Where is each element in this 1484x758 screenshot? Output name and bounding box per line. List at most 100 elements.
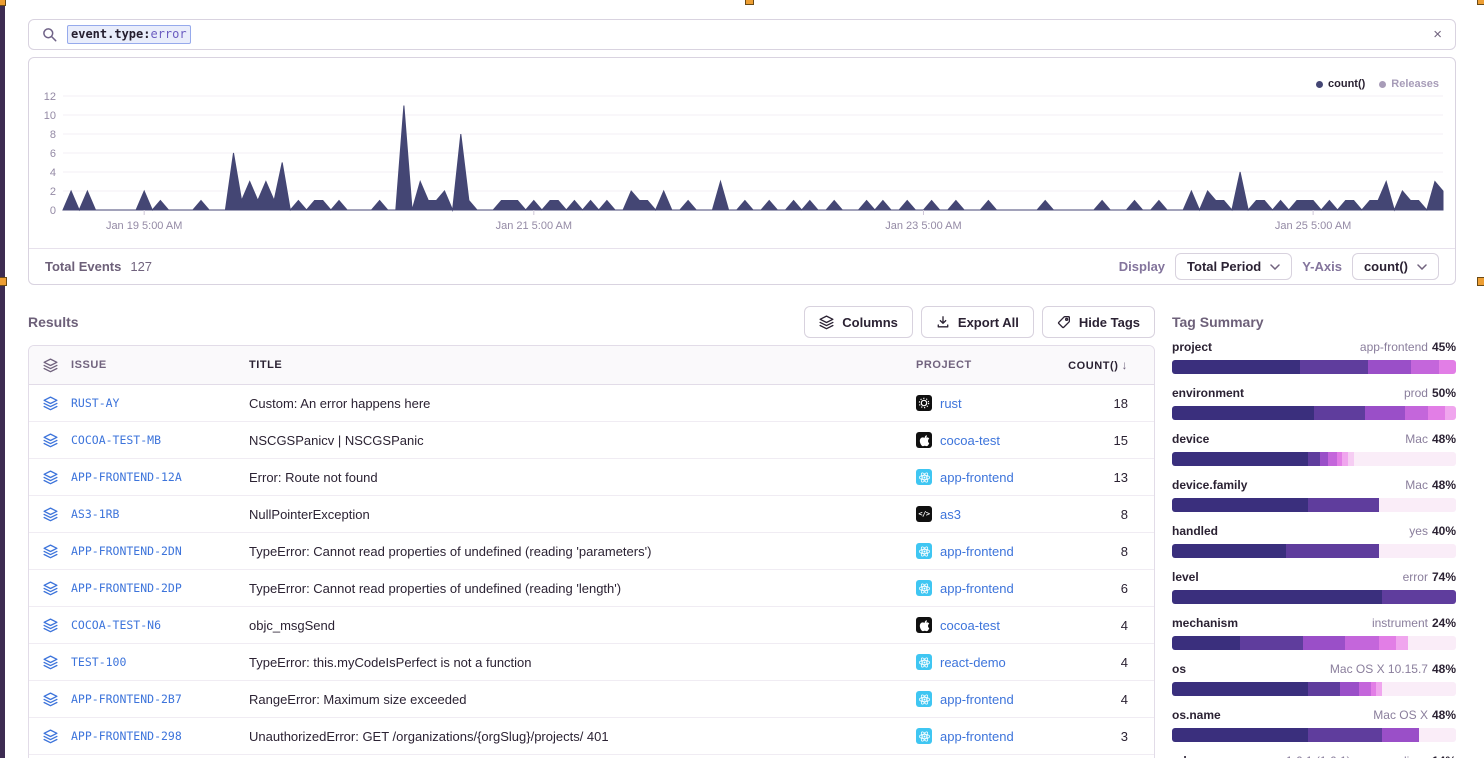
selection-handle-top-right[interactable] — [1477, 0, 1484, 5]
tag-bar-segment[interactable] — [1382, 728, 1419, 742]
issue-link[interactable]: APP-FRONTEND-12A — [71, 470, 182, 484]
tag-bar-segment — [1354, 452, 1456, 466]
tag-bar-segment[interactable] — [1314, 406, 1365, 420]
tag-bar-segment[interactable] — [1172, 544, 1286, 558]
tag-bar-segment[interactable] — [1172, 682, 1308, 696]
tag-bar[interactable] — [1172, 590, 1456, 604]
tag-bar-segment[interactable] — [1308, 452, 1319, 466]
table-row[interactable]: RUST-AYCustom: An error happens hererust… — [29, 385, 1154, 422]
project-link[interactable]: as3 — [940, 507, 961, 522]
display-dropdown[interactable]: Total Period — [1175, 253, 1292, 280]
issue-link[interactable]: RUST-AY — [71, 396, 119, 410]
table-row[interactable]: APP-FRONTEND-2DPTypeError: Cannot read p… — [29, 570, 1154, 607]
table-row[interactable]: COCOA-TEST-MBNSCGSPanicv | NSCGSPaniccoc… — [29, 422, 1154, 459]
issue-link[interactable]: COCOA-TEST-MB — [71, 433, 161, 447]
issue-link[interactable]: APP-FRONTEND-2B7 — [71, 692, 182, 706]
tag-bar[interactable] — [1172, 544, 1456, 558]
table-row[interactable]: TEST-100TypeError: this.myCodeIsPerfect … — [29, 644, 1154, 681]
tag-bar[interactable] — [1172, 360, 1456, 374]
column-header-count[interactable]: COUNT()↓ — [1068, 358, 1154, 372]
tag-bar-segment[interactable] — [1172, 498, 1308, 512]
legend-item-releases[interactable]: Releases — [1379, 78, 1439, 90]
events-chart-card: count() Releases 024681012Jan 19 5:00 AM… — [28, 57, 1456, 285]
tag-bar[interactable] — [1172, 498, 1456, 512]
issue-link[interactable]: AS3-1RB — [71, 507, 119, 521]
table-row[interactable]: COCOA-TEST-N6objc_msgSendcocoa-test4 — [29, 607, 1154, 644]
project-link[interactable]: cocoa-test — [940, 433, 1000, 448]
tag-bar-segment[interactable] — [1172, 360, 1300, 374]
tag-bar-segment[interactable] — [1382, 590, 1456, 604]
selection-handle-mid-left[interactable] — [0, 277, 7, 286]
tag-bar-segment[interactable] — [1345, 636, 1379, 650]
issue-link[interactable]: TEST-100 — [71, 655, 126, 669]
issue-title: Error: Route not found — [249, 470, 916, 485]
project-link[interactable]: app-frontend — [940, 470, 1014, 485]
tag-bar-segment[interactable] — [1439, 360, 1456, 374]
tag-top-value: yes — [1409, 524, 1428, 538]
tag-bar-segment[interactable] — [1359, 682, 1370, 696]
project-link[interactable]: app-frontend — [940, 729, 1014, 744]
tag-bar-segment[interactable] — [1240, 636, 1302, 650]
search-query-token[interactable]: event.type:error — [67, 25, 191, 44]
issue-link[interactable]: APP-FRONTEND-2DP — [71, 581, 182, 595]
export-all-button[interactable]: Export All — [921, 306, 1034, 338]
project-link[interactable]: rust — [940, 396, 962, 411]
column-header-issue[interactable]: ISSUE — [71, 359, 249, 371]
tag-bar-segment[interactable] — [1308, 728, 1382, 742]
selection-handle-top-left[interactable] — [0, 0, 6, 6]
column-header-title[interactable]: TITLE — [249, 359, 916, 371]
tag-bar-segment[interactable] — [1411, 360, 1439, 374]
legend-item-count[interactable]: count() — [1316, 78, 1365, 90]
tag-bar[interactable] — [1172, 682, 1456, 696]
tag-bar-segment[interactable] — [1172, 406, 1314, 420]
tag-bar-segment[interactable] — [1172, 636, 1240, 650]
tag-bar[interactable] — [1172, 728, 1456, 742]
tag-percent: 45% — [1432, 340, 1456, 354]
tag-bar-segment[interactable] — [1368, 360, 1411, 374]
project-link[interactable]: react-demo — [940, 655, 1006, 670]
stack-header-icon[interactable] — [29, 358, 71, 373]
table-row[interactable]: APP-FRONTEND-2DNTypeError: Cannot read p… — [29, 533, 1154, 570]
tag-bar-segment[interactable] — [1445, 406, 1456, 420]
project-link[interactable]: cocoa-test — [940, 618, 1000, 633]
tag-bar[interactable] — [1172, 406, 1456, 420]
clear-search-icon[interactable]: × — [1433, 27, 1442, 42]
table-row[interactable]: APP-FRONTEND-2B7RangeError: Maximum size… — [29, 681, 1154, 718]
table-row[interactable]: APP-FRONTEND-12A Error: Route not found ap… — [29, 459, 1154, 496]
issue-link[interactable]: COCOA-TEST-N6 — [71, 618, 161, 632]
selection-handle-mid-right[interactable] — [1477, 277, 1484, 286]
search-bar[interactable]: event.type:error × — [28, 19, 1456, 50]
tag-bar-segment[interactable] — [1286, 544, 1380, 558]
events-chart-svg[interactable]: 024681012Jan 19 5:00 AMJan 21 5:00 AMJan… — [39, 86, 1451, 238]
tag-bar-segment[interactable] — [1172, 728, 1308, 742]
issue-link[interactable]: APP-FRONTEND-2DN — [71, 544, 182, 558]
issue-link[interactable]: APP-FRONTEND-298 — [71, 729, 182, 743]
tag-bar-segment[interactable] — [1308, 498, 1379, 512]
tag-bar[interactable] — [1172, 636, 1456, 650]
table-row[interactable]: APP-FRONTEND-298UnauthorizedError: GET /… — [29, 718, 1154, 755]
tag-bar-segment[interactable] — [1172, 590, 1382, 604]
tag-bar-segment[interactable] — [1300, 360, 1368, 374]
tag-percent: 24% — [1432, 616, 1456, 630]
yaxis-dropdown[interactable]: count() — [1352, 253, 1439, 280]
tag-bar-segment[interactable] — [1340, 682, 1360, 696]
tag-bar[interactable] — [1172, 452, 1456, 466]
project-link[interactable]: app-frontend — [940, 581, 1014, 596]
column-header-project[interactable]: PROJECT — [916, 359, 1068, 371]
columns-button[interactable]: Columns — [804, 306, 913, 338]
hide-tags-button[interactable]: Hide Tags — [1042, 306, 1155, 338]
tag-bar-segment[interactable] — [1303, 636, 1346, 650]
tag-bar-segment[interactable] — [1320, 452, 1329, 466]
tag-bar-segment[interactable] — [1405, 406, 1428, 420]
tag-bar-segment[interactable] — [1379, 636, 1396, 650]
tag-bar-segment[interactable] — [1365, 406, 1405, 420]
tag-bar-segment[interactable] — [1308, 682, 1339, 696]
selection-handle-top-center[interactable] — [745, 0, 754, 5]
tag-bar-segment[interactable] — [1428, 406, 1445, 420]
table-row[interactable]: AS3-1RBNullPointerException</>as38 — [29, 496, 1154, 533]
project-link[interactable]: app-frontend — [940, 692, 1014, 707]
tag-bar-segment[interactable] — [1172, 452, 1308, 466]
tag-bar-segment[interactable] — [1328, 452, 1337, 466]
tag-bar-segment[interactable] — [1396, 636, 1407, 650]
project-link[interactable]: app-frontend — [940, 544, 1014, 559]
